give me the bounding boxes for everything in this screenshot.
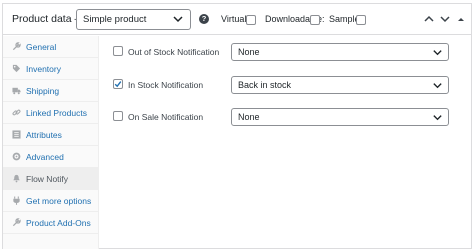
on-sale-checkbox[interactable] xyxy=(113,111,123,121)
on-sale-value: None xyxy=(238,112,260,122)
list-icon xyxy=(12,130,21,139)
tab-label: Shipping xyxy=(26,86,60,96)
tab-linked-products[interactable]: Linked Products xyxy=(3,102,99,124)
plugin-icon xyxy=(13,196,20,205)
gear-icon xyxy=(12,152,21,161)
move-up-icon[interactable] xyxy=(423,13,435,25)
truck-icon xyxy=(12,87,21,95)
in-stock-checkbox[interactable] xyxy=(113,79,123,89)
product-type-value: Simple product xyxy=(83,14,147,25)
tab-shipping[interactable]: Shipping xyxy=(3,80,99,102)
tab-label: Product Add-Ons xyxy=(26,218,91,228)
virtual-checkbox[interactable] xyxy=(246,15,256,25)
tab-label: Inventory xyxy=(26,64,61,74)
product-data-panel: Product data — Simple product ? Virtual:… xyxy=(2,3,472,249)
in-stock-select[interactable]: Back in stock xyxy=(231,76,449,94)
wrench-icon xyxy=(12,42,21,51)
move-down-icon[interactable] xyxy=(439,13,451,25)
tab-label: Flow Notify xyxy=(26,174,69,184)
tab-advanced[interactable]: Advanced xyxy=(3,146,99,168)
sample-checkbox[interactable] xyxy=(356,15,366,25)
link-icon xyxy=(12,109,21,116)
product-data-tabs: General Inventory Shipping Linked Produc… xyxy=(3,36,99,249)
on-sale-label: On Sale Notification xyxy=(128,112,204,122)
downloadable-checkbox[interactable] xyxy=(310,15,320,25)
product-data-header: Product data — Simple product ? Virtual:… xyxy=(3,4,471,35)
chevron-down-icon xyxy=(433,115,442,121)
chevron-down-icon xyxy=(433,83,442,89)
tab-product-add-ons[interactable]: Product Add-Ons xyxy=(3,212,99,234)
collapse-icon[interactable] xyxy=(455,13,467,25)
checkmark-icon xyxy=(114,81,122,88)
tab-attributes[interactable]: Attributes xyxy=(3,124,99,146)
tab-general[interactable]: General xyxy=(3,36,99,58)
tab-flow-notify[interactable]: Flow Notify xyxy=(3,168,99,190)
product-type-select[interactable]: Simple product xyxy=(76,9,191,30)
tag-icon xyxy=(12,64,21,73)
out-of-stock-select[interactable]: None xyxy=(231,43,449,61)
chevron-down-icon xyxy=(433,50,442,56)
tab-label: Advanced xyxy=(26,152,64,162)
in-stock-label: In Stock Notification xyxy=(128,80,204,90)
tab-inventory[interactable]: Inventory xyxy=(3,58,99,80)
wrench-icon xyxy=(12,218,21,227)
out-of-stock-checkbox[interactable] xyxy=(113,46,123,56)
out-of-stock-label: Out of Stock Notification xyxy=(128,47,220,57)
virtual-label: Virtual: xyxy=(221,14,249,24)
tab-get-more-options[interactable]: Get more options xyxy=(3,190,99,212)
panel-title: Product data — xyxy=(12,13,85,25)
tab-label: Attributes xyxy=(26,130,62,140)
bell-icon xyxy=(13,174,20,183)
out-of-stock-value: None xyxy=(238,47,260,57)
help-icon[interactable]: ? xyxy=(199,14,209,24)
chevron-down-icon xyxy=(173,16,183,23)
tab-label: General xyxy=(26,42,57,52)
tab-label: Linked Products xyxy=(26,108,87,118)
on-sale-select[interactable]: None xyxy=(231,108,449,126)
tab-label: Get more options xyxy=(26,196,92,206)
in-stock-value: Back in stock xyxy=(238,80,292,90)
